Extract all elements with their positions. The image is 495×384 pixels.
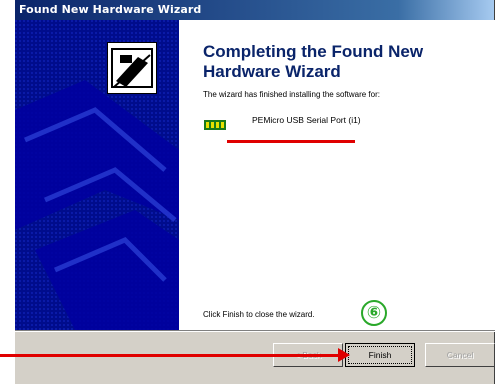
wizard-window: Found New Hardware Wizard Completing the… <box>15 0 495 384</box>
step-number-badge: ⑥ <box>361 300 387 326</box>
hardware-board-icon <box>107 42 157 94</box>
close-hint: Click Finish to close the wizard. <box>203 310 315 319</box>
window-title: Found New Hardware Wizard <box>19 3 202 16</box>
serial-port-icon <box>204 120 226 130</box>
annotation-underline <box>227 140 355 143</box>
title-bar[interactable]: Found New Hardware Wizard <box>15 0 494 20</box>
installed-device: PEMicro USB Serial Port (i1) <box>204 112 495 142</box>
finished-description: The wizard has finished installing the s… <box>203 90 380 99</box>
cancel-button[interactable]: Cancel <box>425 343 495 367</box>
button-separator <box>15 330 495 332</box>
annotation-arrow-head <box>338 348 350 362</box>
page-heading: Completing the Found New Hardware Wizard <box>203 42 424 81</box>
annotation-arrow-line <box>0 354 340 357</box>
wizard-side-panel <box>15 20 179 330</box>
wizard-content: Completing the Found New Hardware Wizard… <box>179 20 495 330</box>
finish-button[interactable]: Finish <box>345 343 415 367</box>
device-name: PEMicro USB Serial Port (i1) <box>252 115 361 125</box>
